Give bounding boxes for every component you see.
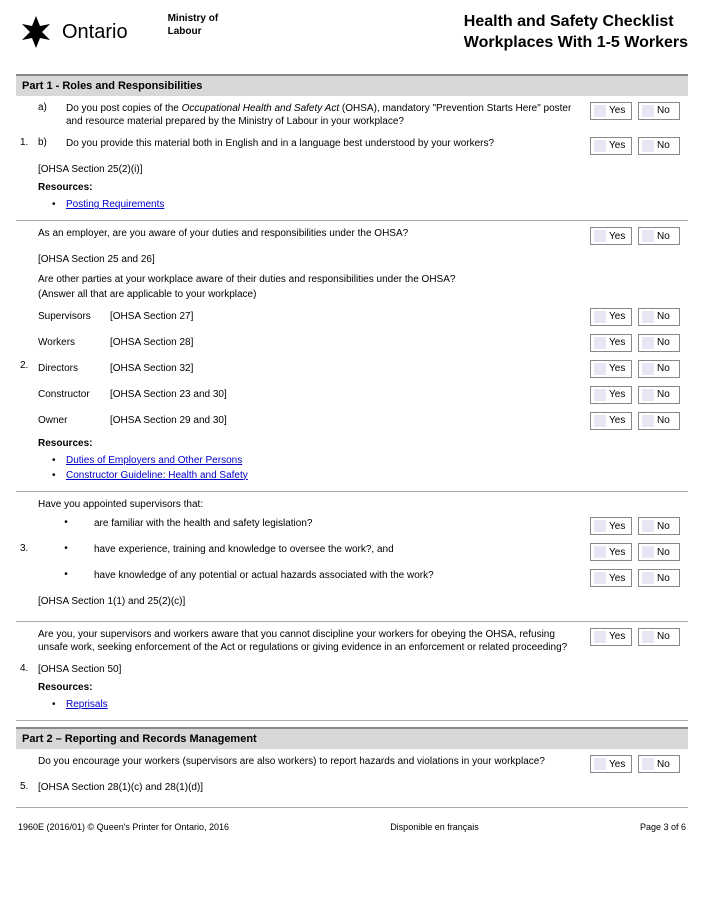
supervisors-yes-checkbox[interactable]: Yes bbox=[590, 308, 632, 326]
q3-2-yes-checkbox[interactable]: Yes bbox=[590, 543, 632, 561]
q3-3-no-checkbox[interactable]: No bbox=[638, 569, 680, 587]
ontario-wordmark: Ontario bbox=[62, 21, 128, 44]
q3-1-no-checkbox[interactable]: No bbox=[638, 517, 680, 535]
q1a-letter: a) bbox=[38, 102, 66, 113]
constructor-no-checkbox[interactable]: No bbox=[638, 386, 680, 404]
q5-number: 5. bbox=[16, 781, 38, 792]
document-title: Health and Safety Checklist Workplaces W… bbox=[464, 12, 688, 54]
q1a-no-checkbox[interactable]: No bbox=[638, 102, 680, 120]
role-owner: Owner bbox=[38, 415, 110, 426]
q3-number: 3. bbox=[16, 543, 38, 554]
q2-ref1: [OHSA Section 25 and 26] bbox=[38, 253, 680, 267]
q4-yes-checkbox[interactable]: Yes bbox=[590, 628, 632, 646]
workers-no-checkbox[interactable]: No bbox=[638, 334, 680, 352]
q2-intro: As an employer, are you aware of your du… bbox=[38, 227, 590, 241]
q1b-letter: b) bbox=[38, 137, 66, 148]
page-header: Ontario Ministry of Labour Health and Sa… bbox=[16, 12, 688, 54]
owner-yes-checkbox[interactable]: Yes bbox=[590, 412, 632, 430]
role-constructor: Constructor bbox=[38, 389, 110, 400]
role-workers: Workers bbox=[38, 337, 110, 348]
q1a-yes-checkbox[interactable]: Yes bbox=[590, 102, 632, 120]
q3-3-yes-checkbox[interactable]: Yes bbox=[590, 569, 632, 587]
workers-yes-checkbox[interactable]: Yes bbox=[590, 334, 632, 352]
supervisors-no-checkbox[interactable]: No bbox=[638, 308, 680, 326]
q2-intro-no-checkbox[interactable]: No bbox=[638, 227, 680, 245]
footer-form-id: 1960E (2016/01) © Queen's Printer for On… bbox=[18, 822, 229, 832]
q4-text: Are you, your supervisors and workers aw… bbox=[38, 628, 590, 655]
directors-yes-checkbox[interactable]: Yes bbox=[590, 360, 632, 378]
q4-no-checkbox[interactable]: No bbox=[638, 628, 680, 646]
q3-1-yes-checkbox[interactable]: Yes bbox=[590, 517, 632, 535]
question-1: a) Do you post copies of the Occupationa… bbox=[16, 96, 688, 222]
constructor-guideline-link[interactable]: Constructor Guideline: Health and Safety bbox=[66, 470, 248, 481]
footer-language: Disponible en français bbox=[390, 822, 479, 832]
posting-requirements-link[interactable]: Posting Requirements bbox=[66, 199, 164, 210]
q5-yes-checkbox[interactable]: Yes bbox=[590, 755, 632, 773]
part2-heading: Part 2 – Reporting and Records Managemen… bbox=[16, 727, 688, 749]
q2-intro-yes-checkbox[interactable]: Yes bbox=[590, 227, 632, 245]
question-2: As an employer, are you aware of your du… bbox=[16, 221, 688, 492]
q1-number: 1. bbox=[16, 137, 38, 148]
q1b-yes-checkbox[interactable]: Yes bbox=[590, 137, 632, 155]
q3-item-1: are familiar with the health and safety … bbox=[94, 517, 590, 531]
q3-2-no-checkbox[interactable]: No bbox=[638, 543, 680, 561]
q2-number: 2. bbox=[16, 360, 38, 371]
q3-item-3: have knowledge of any potential or actua… bbox=[94, 569, 590, 583]
question-5: Do you encourage your workers (superviso… bbox=[16, 749, 688, 808]
q3-ref: [OHSA Section 1(1) and 25(2)(c)] bbox=[38, 595, 680, 609]
q2-other-intro1: Are other parties at your workplace awar… bbox=[38, 273, 680, 287]
ontario-logo: Ontario bbox=[16, 12, 128, 52]
q5-ref: [OHSA Section 28(1)(c) and 28(1)(d)] bbox=[38, 781, 680, 795]
q4-number: 4. bbox=[16, 663, 38, 674]
q1b-no-checkbox[interactable]: No bbox=[638, 137, 680, 155]
q3-intro: Have you appointed supervisors that: bbox=[38, 498, 680, 512]
question-3: Have you appointed supervisors that: • a… bbox=[16, 492, 688, 622]
role-directors: Directors bbox=[38, 363, 110, 374]
q1-resources-label: Resources: bbox=[38, 182, 680, 193]
q4-ref: [OHSA Section 50] bbox=[38, 663, 680, 677]
q5-text: Do you encourage your workers (superviso… bbox=[38, 755, 590, 769]
owner-no-checkbox[interactable]: No bbox=[638, 412, 680, 430]
q2-resources-label: Resources: bbox=[38, 438, 680, 449]
q1a-text: Do you post copies of the Occupational H… bbox=[66, 102, 590, 129]
duties-link[interactable]: Duties of Employers and Other Persons bbox=[66, 455, 242, 466]
q5-no-checkbox[interactable]: No bbox=[638, 755, 680, 773]
page-footer: 1960E (2016/01) © Queen's Printer for On… bbox=[16, 822, 688, 832]
trillium-icon bbox=[16, 12, 56, 52]
directors-no-checkbox[interactable]: No bbox=[638, 360, 680, 378]
part1-heading: Part 1 - Roles and Responsibilities bbox=[16, 74, 688, 96]
role-supervisors: Supervisors bbox=[38, 311, 110, 322]
q2-other-intro2: (Answer all that are applicable to your … bbox=[38, 288, 680, 302]
ministry-name: Ministry of Labour bbox=[168, 12, 219, 38]
reprisals-link[interactable]: Reprisals bbox=[66, 699, 108, 710]
q4-resources-label: Resources: bbox=[38, 682, 680, 693]
q1b-text: Do you provide this material both in Eng… bbox=[66, 137, 590, 151]
question-4: Are you, your supervisors and workers aw… bbox=[16, 622, 688, 722]
constructor-yes-checkbox[interactable]: Yes bbox=[590, 386, 632, 404]
q3-item-2: have experience, training and knowledge … bbox=[94, 543, 590, 557]
footer-page-number: Page 3 of 6 bbox=[640, 822, 686, 832]
q1-ref: [OHSA Section 25(2)(i)] bbox=[38, 163, 680, 177]
